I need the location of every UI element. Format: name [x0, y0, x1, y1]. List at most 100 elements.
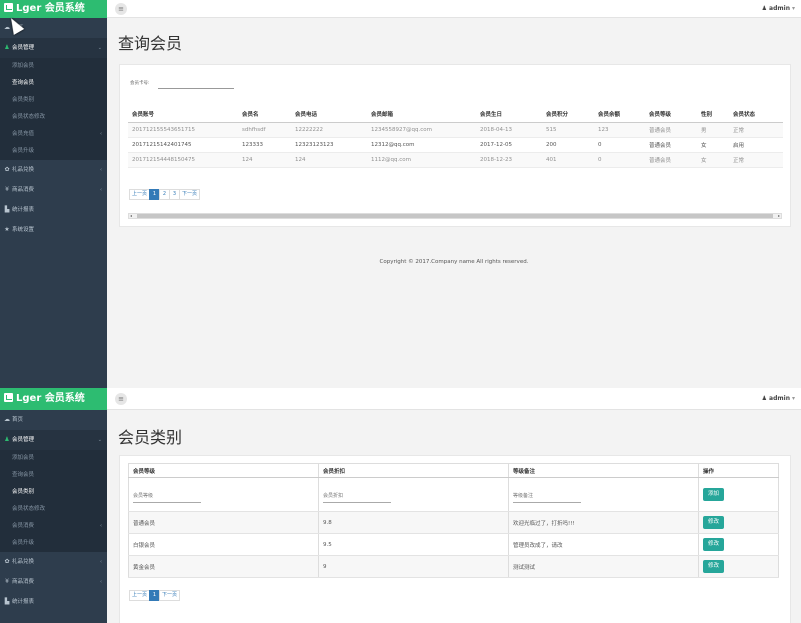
submenu-query-member[interactable]: 查询会员 — [0, 467, 107, 484]
submenu-member-category[interactable]: 会员类别 — [0, 92, 107, 109]
sidebar: Lger 会员系统 ☁ 首页 ♟ 会员管理 ⌄ 添加会员 查询会员 会员类别 会员状态… — [0, 0, 107, 388]
next-page-button[interactable]: 下一页 — [179, 189, 201, 200]
discount-input[interactable] — [323, 490, 391, 503]
level-remark-input[interactable] — [513, 490, 581, 503]
scrollbar-thumb[interactable] — [137, 214, 773, 218]
table-cell: 123333 — [238, 137, 291, 153]
username: admin — [769, 395, 790, 402]
column-header[interactable]: 会员账号 — [128, 107, 238, 123]
user-menu[interactable]: ♟ admin ▾ — [762, 0, 795, 17]
menu-toggle-icon[interactable]: ≡ — [115, 393, 127, 405]
table-cell: 0 — [594, 152, 645, 168]
table-row[interactable]: 20171215142401745 123333 12323123123 12312@… — [128, 137, 783, 153]
chevron-left-icon: ‹ — [100, 167, 102, 173]
column-header[interactable]: 会员邮箱 — [367, 107, 476, 123]
table-cell: 201712154448150475 — [128, 152, 238, 168]
table-cell: 修改 — [698, 555, 779, 578]
user-icon: ♟ — [761, 5, 770, 12]
brand-title: Lger 会员系统 — [16, 3, 85, 14]
submenu-member-status[interactable]: 会员状态修改 — [0, 109, 107, 126]
table-row[interactable]: 201712155543651715 sdhfhsdf 12222222 123455… — [128, 122, 783, 138]
category-table: 会员等级 会员折扣 等级备注 操作 添加 普通会员 9.8 欢迎光临过了，打折吗… — [128, 463, 779, 578]
submenu-member-upgrade[interactable]: 会员升级 — [0, 535, 107, 552]
card-number-search-input[interactable] — [158, 87, 234, 89]
prev-page-button[interactable]: 上一页 — [129, 590, 151, 601]
submenu-member-upgrade[interactable]: 会员升级 — [0, 143, 107, 160]
sidebar-item-member-management[interactable]: ♟ 会员管理 ⌄ — [0, 430, 107, 450]
column-header[interactable]: 会员余额 — [594, 107, 645, 123]
scroll-left-icon[interactable]: ◂ — [130, 213, 132, 219]
yen-icon: ¥ — [5, 186, 9, 193]
edit-button[interactable]: 修改 — [703, 516, 725, 529]
topbar: ≡ ♟ admin ▾ — [107, 0, 801, 18]
brand[interactable]: Lger 会员系统 — [0, 388, 107, 410]
table-cell: 124 — [238, 152, 291, 168]
member-category-screen: Lger 会员系统 ☁ 首页 ♟ 会员管理 ⌄ 添加会员 查询会员 会员类别 会员状态… — [0, 388, 801, 623]
sidebar-item-system[interactable]: ★ 系统设置 — [0, 220, 107, 240]
chevron-down-icon: ⌄ — [97, 437, 102, 443]
submenu-add-member[interactable]: 添加会员 — [0, 450, 107, 467]
level-name-input[interactable] — [133, 490, 201, 503]
column-header[interactable]: 会员名 — [238, 107, 291, 123]
column-header[interactable]: 会员折扣 — [318, 463, 509, 478]
sidebar-item-gift[interactable]: ✿ 礼品兑换 ‹ — [0, 552, 107, 572]
cloud-icon: ☁ — [4, 416, 10, 423]
column-header[interactable]: 性别 — [697, 107, 729, 123]
sidebar-item-member-management[interactable]: ♟ 会员管理 ⌄ — [0, 38, 107, 58]
user-icon: ♟ — [4, 44, 10, 51]
submenu-member-consume[interactable]: 会员消费 ‹ — [0, 518, 107, 535]
table-cell: 女 — [697, 152, 729, 168]
sidebar: Lger 会员系统 ☁ 首页 ♟ 会员管理 ⌄ 添加会员 查询会员 会员类别 会员状态… — [0, 388, 107, 623]
column-header[interactable]: 会员等级 — [128, 463, 319, 478]
next-page-button[interactable]: 下一页 — [159, 590, 181, 601]
edit-button[interactable]: 修改 — [703, 560, 725, 573]
sidebar-item-stats[interactable]: ▙ 统计报表 — [0, 200, 107, 220]
column-header[interactable]: 会员生日 — [476, 107, 542, 123]
table-row[interactable]: 普通会员 9.8 欢迎光临过了，打折吗!!! 修改 — [128, 511, 779, 534]
sidebar-item-stats[interactable]: ▙ 统计报表 — [0, 592, 107, 612]
sidebar-item-label: 会员管理 — [12, 437, 35, 443]
table-cell: 启用 — [729, 137, 783, 153]
submenu-query-member[interactable]: 查询会员 — [0, 75, 107, 92]
scroll-right-icon[interactable]: ▸ — [778, 213, 780, 219]
menu-toggle-icon[interactable]: ≡ — [115, 3, 127, 15]
sidebar-item-home[interactable]: ☁ 首页 — [0, 410, 107, 430]
column-header[interactable]: 会员等级 — [645, 107, 697, 123]
table-cell: 401 — [542, 152, 594, 168]
table-cell: 白银会员 — [128, 533, 319, 556]
user-icon: ♟ — [761, 395, 770, 402]
table-cell: 女 — [697, 137, 729, 153]
prev-page-button[interactable]: 上一页 — [129, 189, 151, 200]
column-header[interactable]: 会员状态 — [729, 107, 783, 123]
bar-chart-icon: ▙ — [4, 598, 10, 605]
table-header: 会员账号 会员名 会员电话 会员邮箱 会员生日 会员积分 会员余额 会员等级 性… — [128, 107, 783, 123]
submenu-add-member[interactable]: 添加会员 — [0, 58, 107, 75]
table-row[interactable]: 黄金会员 9 测试测试 修改 — [128, 555, 779, 578]
table-cell: 12222222 — [291, 122, 367, 138]
column-header[interactable]: 操作 — [698, 463, 779, 478]
user-menu[interactable]: ♟ admin ▾ — [762, 388, 795, 409]
column-header[interactable]: 会员电话 — [291, 107, 367, 123]
horizontal-scrollbar[interactable]: ◂ ▸ — [128, 213, 782, 219]
add-category-row: 添加 — [128, 477, 779, 512]
query-members-screen: Lger 会员系统 ☁ 首页 ♟ 会员管理 ⌄ 添加会员 查询会员 会员类别 会员状态… — [0, 0, 801, 388]
column-header[interactable]: 会员积分 — [542, 107, 594, 123]
table-row[interactable]: 白银会员 9.5 管理员改成了，请改 修改 — [128, 533, 779, 556]
submenu-member-status[interactable]: 会员状态修改 — [0, 501, 107, 518]
chart-logo-icon — [4, 3, 13, 12]
sidebar-item-label: 商品消费 — [12, 187, 35, 193]
submenu-member-category[interactable]: 会员类别 — [0, 484, 107, 501]
sidebar-item-consume[interactable]: ¥ 商品消费 ‹ — [0, 572, 107, 592]
submenu-member-recharge[interactable]: 会员充值 ‹ — [0, 126, 107, 143]
table-cell: 0 — [594, 137, 645, 153]
add-button[interactable]: 添加 — [703, 488, 725, 501]
sidebar-item-gift[interactable]: ✿ 礼品兑换 ‹ — [0, 160, 107, 180]
column-header[interactable]: 等级备注 — [508, 463, 699, 478]
sidebar-item-label: 统计报表 — [12, 599, 35, 605]
table-cell: 测试测试 — [508, 555, 699, 578]
table-row[interactable]: 201712154448150475 124 124 1112@qq.com 2018-… — [128, 152, 783, 168]
edit-button[interactable]: 修改 — [703, 538, 725, 551]
table-cell: 123 — [594, 122, 645, 138]
sidebar-item-consume[interactable]: ¥ 商品消费 ‹ — [0, 180, 107, 200]
table-cell — [318, 477, 509, 512]
